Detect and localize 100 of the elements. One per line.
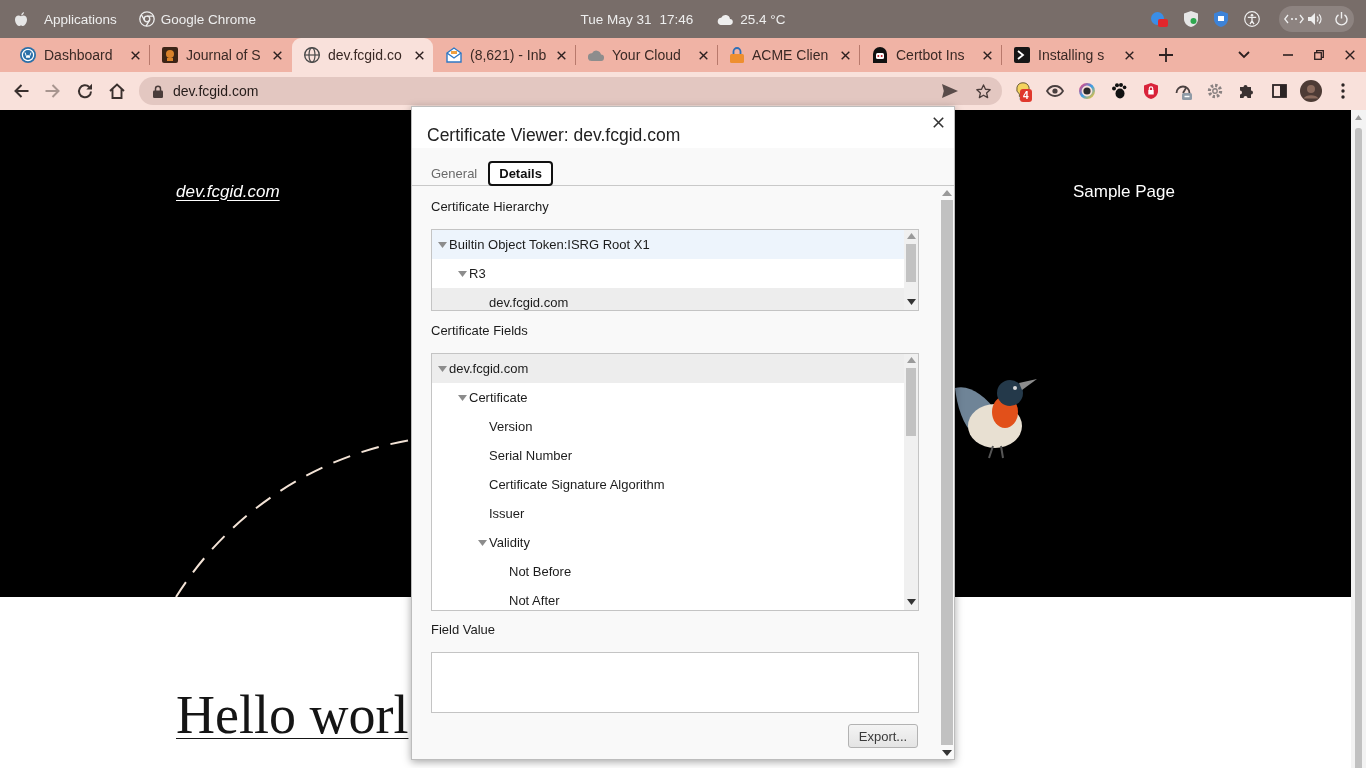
down-triangle-icon[interactable] (438, 365, 447, 372)
envelope-icon (446, 47, 462, 63)
dialog-tab[interactable]: General (420, 161, 489, 186)
scrollbar-thumb[interactable] (1355, 128, 1362, 768)
network-icon (1284, 14, 1304, 24)
section-label: Field Value (431, 621, 497, 639)
menu-icon[interactable] (1341, 83, 1345, 99)
browser-tab[interactable]: Your Cloud (576, 38, 717, 72)
lock-icon[interactable] (153, 84, 163, 98)
count-badge: 4 (1020, 89, 1032, 102)
puzzle-icon[interactable] (1239, 83, 1255, 99)
globe-icon (304, 47, 320, 63)
down-arrow-icon[interactable] (906, 599, 916, 605)
close-icon[interactable] (415, 50, 424, 60)
star-icon[interactable] (976, 83, 991, 99)
back-arrow-icon[interactable] (13, 83, 29, 99)
browser-tab[interactable]: Installing s (1002, 38, 1143, 72)
tree-item[interactable]: R3 (432, 259, 904, 288)
gear-icon[interactable] (1207, 83, 1223, 99)
chevron-down-icon[interactable] (1238, 51, 1250, 59)
home-icon[interactable] (109, 83, 125, 99)
tree-item[interactable]: Issuer (432, 499, 904, 528)
paw-icon[interactable] (1111, 83, 1127, 99)
close-icon[interactable] (1345, 50, 1355, 60)
shield-lock-icon[interactable] (1144, 83, 1158, 99)
close-icon[interactable] (983, 50, 992, 60)
scrollbar-thumb[interactable] (940, 200, 953, 745)
eye-icon[interactable] (1046, 85, 1064, 97)
export-button[interactable]: Export... (848, 724, 918, 748)
close-icon[interactable] (699, 50, 708, 60)
browser-tab[interactable]: (8,621) - Inb (434, 38, 575, 72)
plus-icon[interactable] (1159, 48, 1173, 62)
dialog-title: Certificate Viewer: dev.fcgid.com (426, 124, 682, 146)
up-arrow-icon[interactable] (1355, 115, 1362, 120)
terminal-icon (1014, 47, 1030, 63)
weather-button[interactable]: 25.4 °C (717, 11, 786, 27)
scrollbar-track[interactable] (904, 354, 918, 610)
site-title-link[interactable]: dev.fcgid.com (176, 181, 280, 203)
reload-icon[interactable] (77, 83, 93, 99)
power-icon (1335, 12, 1348, 26)
avatar-icon[interactable] (1300, 80, 1322, 102)
scrollbar-thumb[interactable] (906, 368, 916, 436)
tree-item[interactable]: Serial Number (432, 441, 904, 470)
dialog-tab[interactable]: Details (488, 161, 553, 186)
close-icon[interactable] (933, 117, 944, 128)
close-icon[interactable] (131, 50, 140, 60)
shield-icon[interactable] (1214, 11, 1228, 27)
restore-icon[interactable] (1314, 50, 1324, 60)
applications-menu[interactable]: Applications (44, 11, 117, 27)
tree-item[interactable]: dev.fcgid.com (432, 354, 904, 383)
down-triangle-icon[interactable] (478, 539, 487, 546)
accessibility-icon[interactable] (1244, 11, 1260, 27)
scrollbar-track[interactable] (904, 230, 918, 310)
browser-tab[interactable]: dev.fcgid.co (292, 38, 433, 72)
system-menu-button[interactable] (1279, 6, 1354, 32)
tree-item[interactable]: Validity (432, 528, 904, 557)
field-value-textarea[interactable] (431, 652, 919, 713)
scrollbar-thumb[interactable] (906, 244, 916, 282)
send-icon[interactable] (942, 84, 958, 98)
browser-tab[interactable]: Dashboard (8, 38, 149, 72)
down-arrow-icon[interactable] (906, 299, 916, 305)
tree-item[interactable]: Builtin Object Token:ISRG Root X1 (432, 230, 904, 259)
address-bar[interactable]: dev.fcgid.com (139, 77, 1002, 105)
section-label: Certificate Hierarchy (431, 198, 550, 216)
volume-icon (1308, 13, 1322, 25)
down-triangle-icon[interactable] (438, 241, 447, 248)
disc-logo-icon (20, 47, 36, 63)
browser-tab[interactable]: ACME Clien (718, 38, 859, 72)
section-label: Certificate Fields (431, 322, 529, 340)
close-icon[interactable] (557, 50, 566, 60)
cloud-icon (588, 49, 604, 61)
clock-button[interactable]: Tue May 31 17:46 (580, 11, 694, 27)
up-arrow-icon[interactable] (941, 190, 952, 196)
tree-item[interactable]: Version (432, 412, 904, 441)
tree-item[interactable]: Certificate (432, 383, 904, 412)
browser-tab[interactable]: Certbot Ins (860, 38, 1001, 72)
tree-item[interactable]: dev.fcgid.com (432, 288, 904, 310)
down-arrow-icon[interactable] (941, 750, 952, 756)
down-triangle-icon[interactable] (458, 394, 467, 401)
post-title-link[interactable]: Hello worl (176, 685, 409, 745)
square-logo-icon (162, 47, 178, 63)
tree-item[interactable]: Certificate Signature Algorithm (432, 470, 904, 499)
scrollbar-track[interactable] (1351, 110, 1366, 768)
side-panel-icon[interactable] (1271, 84, 1287, 98)
apple-icon[interactable] (15, 12, 27, 26)
tree-item[interactable]: Not Before (432, 557, 904, 586)
browser-tab[interactable]: Journal of S (150, 38, 291, 72)
lock-icon (730, 47, 744, 63)
ring-icon[interactable] (1079, 83, 1095, 99)
close-icon[interactable] (841, 50, 850, 60)
shield-check-icon[interactable] (1184, 11, 1198, 27)
down-triangle-icon[interactable] (458, 270, 467, 277)
cloud-icon (717, 13, 734, 25)
close-icon[interactable] (273, 50, 282, 60)
robot-icon (872, 47, 888, 63)
circle-logo-icon (138, 11, 155, 27)
close-icon[interactable] (1125, 50, 1134, 60)
tree-item[interactable]: Not After (432, 586, 904, 610)
nav-link[interactable]: Sample Page (1072, 181, 1175, 203)
app-menu[interactable]: Google Chrome (138, 11, 257, 27)
